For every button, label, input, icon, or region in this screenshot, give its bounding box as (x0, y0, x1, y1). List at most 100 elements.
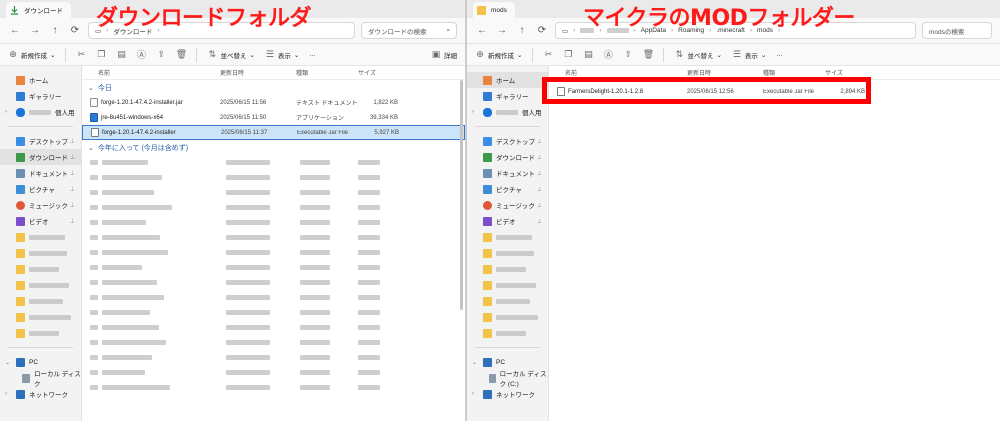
file-row[interactable]: forge-1.20.1-47.4.2-installer.jar 2025/0… (82, 95, 465, 110)
nav-item-videos[interactable]: ビデオ ⊥ (467, 213, 548, 229)
nav-item-downloads[interactable]: ダウンロード ⊥ (0, 149, 81, 165)
nav-item-personal[interactable]: › 個人用 (0, 104, 81, 120)
more-button[interactable]: … (309, 51, 316, 58)
nav-item-personal[interactable]: › 個人用 (467, 104, 548, 120)
redacted-row[interactable] (82, 245, 465, 260)
nav-item-folder[interactable] (467, 261, 548, 277)
file-row[interactable]: jre-8u451-windows-x64 2025/06/15 11:50 ア… (82, 110, 465, 125)
sort-button[interactable]: ⇅ 並べ替え ⌄ (207, 49, 255, 60)
up-arrow-icon[interactable]: ↑ (48, 24, 62, 38)
redacted-row[interactable] (82, 215, 465, 230)
nav-item-pictures[interactable]: ピクチャ ⊥ (467, 181, 548, 197)
back-arrow-icon[interactable]: ← (475, 24, 489, 38)
delete-icon[interactable]: 🗑 (176, 49, 187, 60)
nav-item-local-disk[interactable]: ローカル ディスク (0, 370, 81, 388)
delete-icon[interactable]: 🗑 (643, 49, 654, 60)
paste-icon[interactable]: ▤ (583, 49, 593, 60)
chevron-right-icon[interactable]: › (472, 391, 474, 397)
column-date[interactable]: 更新日時 (220, 68, 296, 77)
view-button[interactable]: ☰ 表示 ⌄ (732, 49, 767, 60)
nav-item-music[interactable]: ミュージック ⊥ (467, 197, 548, 213)
file-row-selected[interactable]: forge-1.20.1-47.4.2-installer 2025/06/15… (82, 125, 465, 140)
refresh-icon[interactable]: ⟳ (535, 24, 549, 38)
redacted-row[interactable] (82, 170, 465, 185)
new-button[interactable]: ⊕ 新規作成 ⌄ (8, 49, 55, 60)
redacted-row[interactable] (82, 380, 465, 395)
tab-downloads[interactable]: ダウンロード (6, 2, 71, 18)
nav-item-home[interactable]: ホーム (467, 72, 548, 88)
nav-item-videos[interactable]: ビデオ ⊥ (0, 213, 81, 229)
nav-item-pictures[interactable]: ピクチャ ⊥ (0, 181, 81, 197)
new-button[interactable]: ⊕ 新規作成 ⌄ (475, 49, 522, 60)
nav-item-gallery[interactable]: ギャラリー (0, 88, 81, 104)
forward-arrow-icon[interactable]: → (495, 24, 509, 38)
rename-icon[interactable]: Ⓐ (136, 50, 146, 60)
nav-item-local-disk[interactable]: ローカル ディスク (C:) (467, 370, 548, 388)
redacted-row[interactable] (82, 305, 465, 320)
search-input[interactable]: ダウンロードの検索 ⌕ (361, 22, 457, 39)
redacted-row[interactable] (82, 185, 465, 200)
up-arrow-icon[interactable]: ↑ (515, 24, 529, 38)
nav-item-network[interactable]: › ネットワーク (467, 386, 548, 402)
copy-icon[interactable]: ❐ (563, 49, 573, 60)
sort-button[interactable]: ⇅ 並べ替え ⌄ (674, 49, 722, 60)
nav-item-folder[interactable] (0, 277, 81, 293)
nav-item-folder[interactable] (0, 325, 81, 341)
redacted-row[interactable] (82, 230, 465, 245)
refresh-icon[interactable]: ⟳ (68, 24, 82, 38)
nav-item-folder[interactable] (0, 261, 81, 277)
redacted-row[interactable] (82, 350, 465, 365)
chevron-down-icon[interactable]: ⌄ (5, 359, 10, 366)
column-type[interactable]: 種類 (296, 68, 358, 77)
view-button[interactable]: ☰ 表示 ⌄ (265, 49, 300, 60)
share-icon[interactable]: ⇪ (156, 49, 166, 60)
chevron-right-icon[interactable]: › (472, 109, 474, 115)
back-arrow-icon[interactable]: ← (8, 24, 22, 38)
column-date[interactable]: 更新日時 (687, 68, 763, 77)
nav-item-home[interactable]: ホーム (0, 72, 81, 88)
column-name[interactable]: 名前 (549, 68, 687, 77)
search-input[interactable]: modsの検索 (922, 22, 992, 39)
redacted-row[interactable] (82, 290, 465, 305)
nav-item-documents[interactable]: ドキュメント ⊥ (0, 165, 81, 181)
nav-item-downloads[interactable]: ダウンロード ⊥ (467, 149, 548, 165)
nav-item-network[interactable]: › ネットワーク (0, 386, 81, 402)
redacted-row[interactable] (82, 335, 465, 350)
nav-item-desktop[interactable]: デスクトップ ⊥ (0, 133, 81, 149)
redacted-row[interactable] (82, 155, 465, 170)
details-button[interactable]: ▣ 詳細 (431, 49, 457, 60)
scrollbar[interactable] (460, 80, 463, 310)
nav-item-gallery[interactable]: ギャラリー (467, 88, 548, 104)
column-type[interactable]: 種類 (763, 68, 825, 77)
nav-item-folder[interactable] (0, 229, 81, 245)
redacted-row[interactable] (82, 365, 465, 380)
nav-item-documents[interactable]: ドキュメント ⊥ (467, 165, 548, 181)
cut-icon[interactable]: ✂ (543, 49, 553, 60)
more-button[interactable]: … (776, 51, 783, 58)
redacted-row[interactable] (82, 200, 465, 215)
column-size[interactable]: サイズ (825, 68, 865, 77)
chevron-down-icon[interactable]: ⌄ (472, 359, 477, 366)
cut-icon[interactable]: ✂ (76, 49, 86, 60)
redacted-row[interactable] (82, 275, 465, 290)
paste-icon[interactable]: ▤ (116, 49, 126, 60)
tab-mods[interactable]: mods (473, 2, 515, 18)
copy-icon[interactable]: ❐ (96, 49, 106, 60)
chevron-right-icon[interactable]: › (5, 109, 7, 115)
nav-item-folder[interactable] (467, 309, 548, 325)
redacted-row[interactable] (82, 320, 465, 335)
nav-item-folder[interactable] (0, 245, 81, 261)
nav-item-folder[interactable] (467, 325, 548, 341)
nav-item-music[interactable]: ミュージック ⊥ (0, 197, 81, 213)
nav-item-folder[interactable] (467, 229, 548, 245)
nav-item-folder[interactable] (467, 293, 548, 309)
column-size[interactable]: サイズ (358, 68, 398, 77)
rename-icon[interactable]: Ⓐ (603, 50, 613, 60)
group-header-today[interactable]: ⌄ 今日 (82, 80, 465, 95)
group-header-this-year[interactable]: ⌄ 今年に入って (今月は含めず) (82, 140, 465, 155)
chevron-right-icon[interactable]: › (5, 391, 7, 397)
nav-item-folder[interactable] (467, 277, 548, 293)
forward-arrow-icon[interactable]: → (28, 24, 42, 38)
nav-item-desktop[interactable]: デスクトップ ⊥ (467, 133, 548, 149)
nav-item-folder[interactable] (467, 245, 548, 261)
